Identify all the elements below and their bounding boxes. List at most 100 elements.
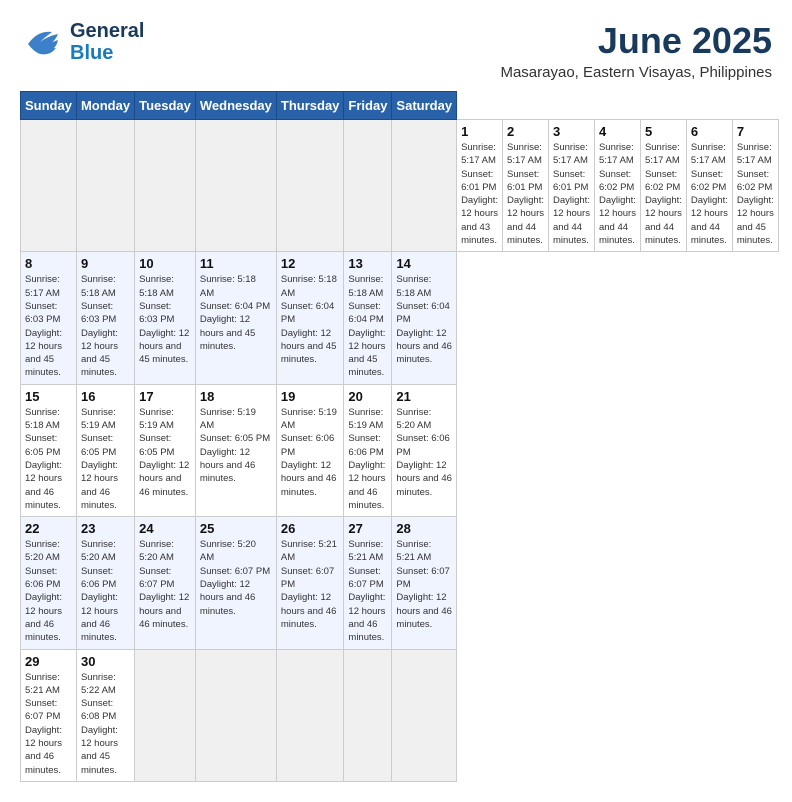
day-number: 4 — [599, 124, 636, 139]
calendar-cell: 5Sunrise: 5:17 AM Sunset: 6:02 PM Daylig… — [640, 120, 686, 252]
calendar-cell: 27 Sunrise: 5:21 AM Sunset: 6:07 PM Dayli… — [344, 517, 392, 649]
day-number: 7 — [737, 124, 774, 139]
weekday-header-tuesday: Tuesday — [135, 92, 196, 120]
calendar-cell: 24Sunrise: 5:20 AM Sunset: 6:07 PM Dayli… — [135, 517, 196, 649]
day-number: 22 — [25, 521, 72, 536]
calendar-cell — [195, 120, 276, 252]
day-number: 1 — [461, 124, 498, 139]
weekday-header-sunday: Sunday — [21, 92, 77, 120]
day-info: Sunrise: 5:17 AM Sunset: 6:02 PM Dayligh… — [737, 141, 774, 247]
day-number: 15 — [25, 389, 72, 404]
day-info: Sunrise: 5:19 AM Sunset: 6:05 PM Dayligh… — [139, 406, 191, 499]
day-number: 2 — [507, 124, 544, 139]
weekday-header-wednesday: Wednesday — [195, 92, 276, 120]
day-number: 13 — [348, 256, 387, 271]
day-number: 30 — [81, 654, 130, 669]
calendar-cell — [344, 120, 392, 252]
day-number: 12 — [281, 256, 340, 271]
weekday-header-monday: Monday — [76, 92, 134, 120]
calendar-cell: 23 Sunrise: 5:20 AM Sunset: 6:06 PM Dayli… — [76, 517, 134, 649]
calendar-cell: 26 Sunrise: 5:21 AM Sunset: 6:07 PM Dayli… — [276, 517, 344, 649]
day-info: Sunrise: 5:20 AM Sunset: 6:07 PM Dayligh… — [139, 538, 191, 631]
calendar-week-row: 15 Sunrise: 5:18 AM Sunset: 6:05 PM Dayli… — [21, 384, 779, 516]
calendar-cell: 30Sunrise: 5:22 AM Sunset: 6:08 PM Dayli… — [76, 649, 134, 781]
day-number: 23 — [81, 521, 130, 536]
day-info: Sunrise: 5:17 AM Sunset: 6:02 PM Dayligh… — [645, 141, 682, 247]
day-number: 14 — [396, 256, 452, 271]
weekday-header-thursday: Thursday — [276, 92, 344, 120]
day-info: Sunrise: 5:18 AM Sunset: 6:04 PM Dayligh… — [396, 273, 452, 366]
title-area: June 2025 Masarayao, Eastern Visayas, Ph… — [500, 20, 772, 81]
month-title: June 2025 — [500, 20, 772, 62]
weekday-header-friday: Friday — [344, 92, 392, 120]
day-info: Sunrise: 5:21 AM Sunset: 6:07 PM Dayligh… — [25, 671, 72, 777]
day-number: 16 — [81, 389, 130, 404]
day-info: Sunrise: 5:17 AM Sunset: 6:01 PM Dayligh… — [507, 141, 544, 247]
day-number: 19 — [281, 389, 340, 404]
day-info: Sunrise: 5:21 AM Sunset: 6:07 PM Dayligh… — [396, 538, 452, 631]
day-info: Sunrise: 5:19 AM Sunset: 6:06 PM Dayligh… — [348, 406, 387, 512]
calendar-cell: 10Sunrise: 5:18 AM Sunset: 6:03 PM Dayli… — [135, 252, 196, 384]
day-info: Sunrise: 5:18 AM Sunset: 6:05 PM Dayligh… — [25, 406, 72, 512]
day-info: Sunrise: 5:17 AM Sunset: 6:02 PM Dayligh… — [691, 141, 728, 247]
day-info: Sunrise: 5:18 AM Sunset: 6:04 PM Dayligh… — [200, 273, 272, 353]
day-info: Sunrise: 5:19 AM Sunset: 6:05 PM Dayligh… — [200, 406, 272, 486]
calendar-cell — [76, 120, 134, 252]
calendar-cell: 7 Sunrise: 5:17 AM Sunset: 6:02 PM Daylig… — [732, 120, 778, 252]
calendar-week-row: 8 Sunrise: 5:17 AM Sunset: 6:03 PM Daylig… — [21, 252, 779, 384]
calendar-cell — [276, 649, 344, 781]
day-info: Sunrise: 5:21 AM Sunset: 6:07 PM Dayligh… — [281, 538, 340, 631]
day-number: 17 — [139, 389, 191, 404]
logo-text-general: General — [70, 20, 144, 42]
calendar-cell: 20 Sunrise: 5:19 AM Sunset: 6:06 PM Dayli… — [344, 384, 392, 516]
day-number: 18 — [200, 389, 272, 404]
day-number: 21 — [396, 389, 452, 404]
day-info: Sunrise: 5:20 AM Sunset: 6:06 PM Dayligh… — [81, 538, 130, 644]
calendar-cell — [135, 120, 196, 252]
calendar-cell: 13Sunrise: 5:18 AM Sunset: 6:04 PM Dayli… — [344, 252, 392, 384]
day-info: Sunrise: 5:20 AM Sunset: 6:06 PM Dayligh… — [25, 538, 72, 644]
calendar-cell: 12 Sunrise: 5:18 AM Sunset: 6:04 PM Dayli… — [276, 252, 344, 384]
day-number: 8 — [25, 256, 72, 271]
day-number: 3 — [553, 124, 590, 139]
day-number: 27 — [348, 521, 387, 536]
calendar-table: SundayMondayTuesdayWednesdayThursdayFrid… — [20, 91, 779, 782]
day-info: Sunrise: 5:17 AM Sunset: 6:01 PM Dayligh… — [553, 141, 590, 247]
day-number: 20 — [348, 389, 387, 404]
day-info: Sunrise: 5:19 AM Sunset: 6:05 PM Dayligh… — [81, 406, 130, 512]
calendar-cell: 6 Sunrise: 5:17 AM Sunset: 6:02 PM Daylig… — [686, 120, 732, 252]
calendar-cell: 16 Sunrise: 5:19 AM Sunset: 6:05 PM Dayli… — [76, 384, 134, 516]
day-info: Sunrise: 5:17 AM Sunset: 6:03 PM Dayligh… — [25, 273, 72, 379]
calendar-cell — [276, 120, 344, 252]
calendar-cell: 29 Sunrise: 5:21 AM Sunset: 6:07 PM Dayli… — [21, 649, 77, 781]
calendar-week-row: 1 Sunrise: 5:17 AM Sunset: 6:01 PM Daylig… — [21, 120, 779, 252]
day-info: Sunrise: 5:17 AM Sunset: 6:02 PM Dayligh… — [599, 141, 636, 247]
calendar-cell: 15 Sunrise: 5:18 AM Sunset: 6:05 PM Dayli… — [21, 384, 77, 516]
calendar-cell: 14 Sunrise: 5:18 AM Sunset: 6:04 PM Dayli… — [392, 252, 457, 384]
calendar-cell — [392, 649, 457, 781]
calendar-cell: 22 Sunrise: 5:20 AM Sunset: 6:06 PM Dayli… — [21, 517, 77, 649]
day-number: 26 — [281, 521, 340, 536]
calendar-cell: 28 Sunrise: 5:21 AM Sunset: 6:07 PM Dayli… — [392, 517, 457, 649]
day-info: Sunrise: 5:18 AM Sunset: 6:04 PM Dayligh… — [281, 273, 340, 366]
calendar-cell: 1Sunrise: 5:17 AM Sunset: 6:01 PM Daylig… — [457, 120, 503, 252]
day-info: Sunrise: 5:21 AM Sunset: 6:07 PM Dayligh… — [348, 538, 387, 644]
day-number: 6 — [691, 124, 728, 139]
day-number: 28 — [396, 521, 452, 536]
day-info: Sunrise: 5:18 AM Sunset: 6:03 PM Dayligh… — [139, 273, 191, 366]
calendar-cell — [392, 120, 457, 252]
day-number: 11 — [200, 256, 272, 271]
calendar-cell — [21, 120, 77, 252]
day-number: 9 — [81, 256, 130, 271]
calendar-cell — [344, 649, 392, 781]
calendar-cell: 4 Sunrise: 5:17 AM Sunset: 6:02 PM Daylig… — [594, 120, 640, 252]
day-number: 29 — [25, 654, 72, 669]
weekday-header-saturday: Saturday — [392, 92, 457, 120]
day-info: Sunrise: 5:19 AM Sunset: 6:06 PM Dayligh… — [281, 406, 340, 499]
day-info: Sunrise: 5:20 AM Sunset: 6:06 PM Dayligh… — [396, 406, 452, 499]
calendar-cell: 3 Sunrise: 5:17 AM Sunset: 6:01 PM Daylig… — [549, 120, 595, 252]
calendar-cell: 2 Sunrise: 5:17 AM Sunset: 6:01 PM Daylig… — [503, 120, 549, 252]
calendar-week-row: 29 Sunrise: 5:21 AM Sunset: 6:07 PM Dayli… — [21, 649, 779, 781]
calendar-cell: 11 Sunrise: 5:18 AM Sunset: 6:04 PM Dayli… — [195, 252, 276, 384]
calendar-cell: 17 Sunrise: 5:19 AM Sunset: 6:05 PM Dayli… — [135, 384, 196, 516]
